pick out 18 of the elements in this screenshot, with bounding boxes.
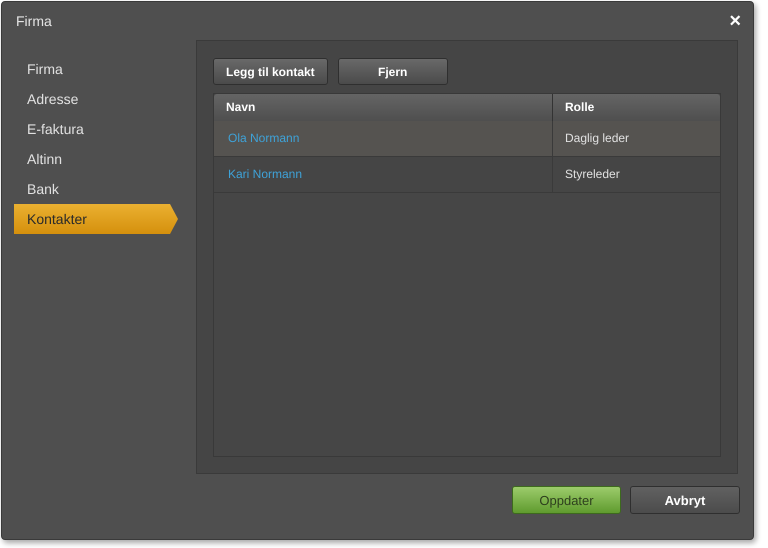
role-text: Styreleder bbox=[565, 167, 620, 181]
contact-name-link[interactable]: Kari Normann bbox=[228, 167, 302, 181]
table-row[interactable]: Ola Normann Daglig leder bbox=[214, 121, 720, 157]
toolbar-button[interactable]: Fjern bbox=[338, 58, 448, 85]
column-header[interactable]: Rolle bbox=[553, 94, 720, 121]
sidebar-item[interactable]: Firma bbox=[14, 54, 160, 84]
sidebar-item[interactable]: Altinn bbox=[14, 144, 160, 174]
close-button[interactable]: × bbox=[729, 11, 741, 31]
sidebar-item[interactable]: Kontakter bbox=[14, 204, 178, 234]
role-text: Daglig leder bbox=[565, 131, 630, 145]
table-row[interactable]: Kari Normann Styreleder bbox=[214, 157, 720, 193]
update-button[interactable]: Oppdater bbox=[512, 486, 621, 514]
cancel-button[interactable]: Avbryt bbox=[630, 486, 740, 514]
window-title: Firma bbox=[16, 13, 52, 29]
sidebar-item[interactable]: Adresse bbox=[14, 84, 160, 114]
sidebar-item[interactable]: Bank bbox=[14, 174, 160, 204]
sidebar-item[interactable]: E-faktura bbox=[14, 114, 160, 144]
toolbar-button[interactable]: Legg til kontakt bbox=[213, 58, 328, 85]
